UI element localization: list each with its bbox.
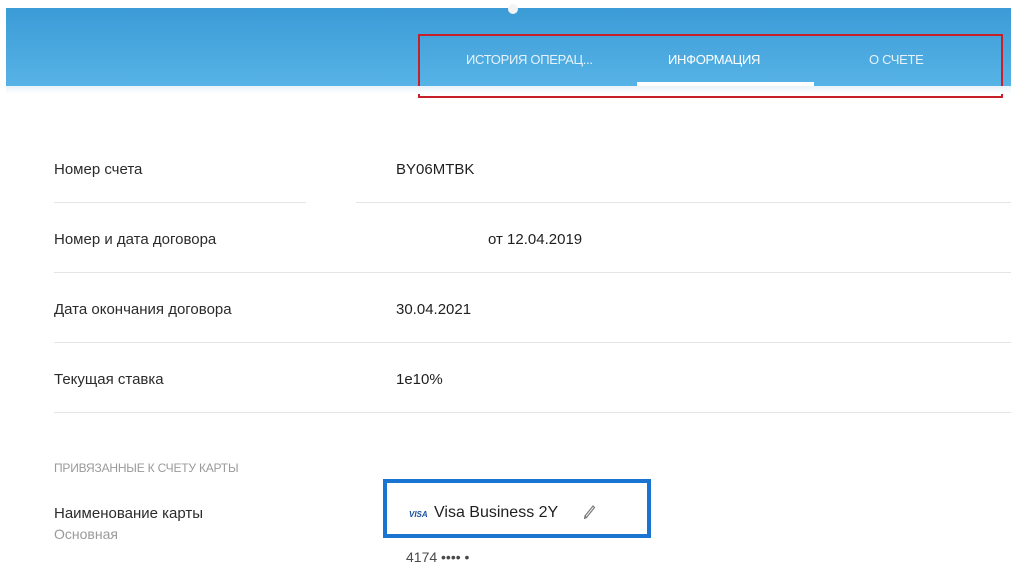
- rate-value: 1е10%: [396, 371, 443, 388]
- card-name-label: Наименование карты: [54, 505, 204, 522]
- contract-end-label: Дата окончания договора: [54, 301, 232, 318]
- row-divider: [54, 272, 1011, 273]
- edit-pencil-icon[interactable]: [582, 503, 596, 519]
- row-divider: [54, 342, 1011, 343]
- account-number-value: BY06MTBK: [396, 161, 475, 178]
- row-divider: [54, 412, 1011, 413]
- card-sublabel: Основная: [54, 526, 118, 542]
- card-name-value: Visa Business 2Y: [434, 504, 559, 521]
- account-number-label: Номер счета: [54, 161, 143, 178]
- linked-cards-title: ПРИВЯЗАННЫЕ К СЧЕТУ КАРТЫ: [54, 461, 239, 475]
- contract-label: Номер и дата договора: [54, 231, 217, 248]
- visa-icon: VISA: [409, 510, 428, 519]
- top-gap: [0, 0, 1011, 8]
- rate-label: Текущая ставка: [54, 371, 164, 388]
- contract-value: от 12.04.2019: [488, 231, 583, 248]
- card-number-value: 4174 •••• •: [406, 549, 470, 565]
- contract-end-value: 30.04.2021: [396, 301, 472, 318]
- row-divider: [356, 202, 1011, 203]
- caret-icon: [508, 4, 518, 14]
- header-shadow: [6, 86, 1011, 94]
- row-divider: [54, 202, 306, 203]
